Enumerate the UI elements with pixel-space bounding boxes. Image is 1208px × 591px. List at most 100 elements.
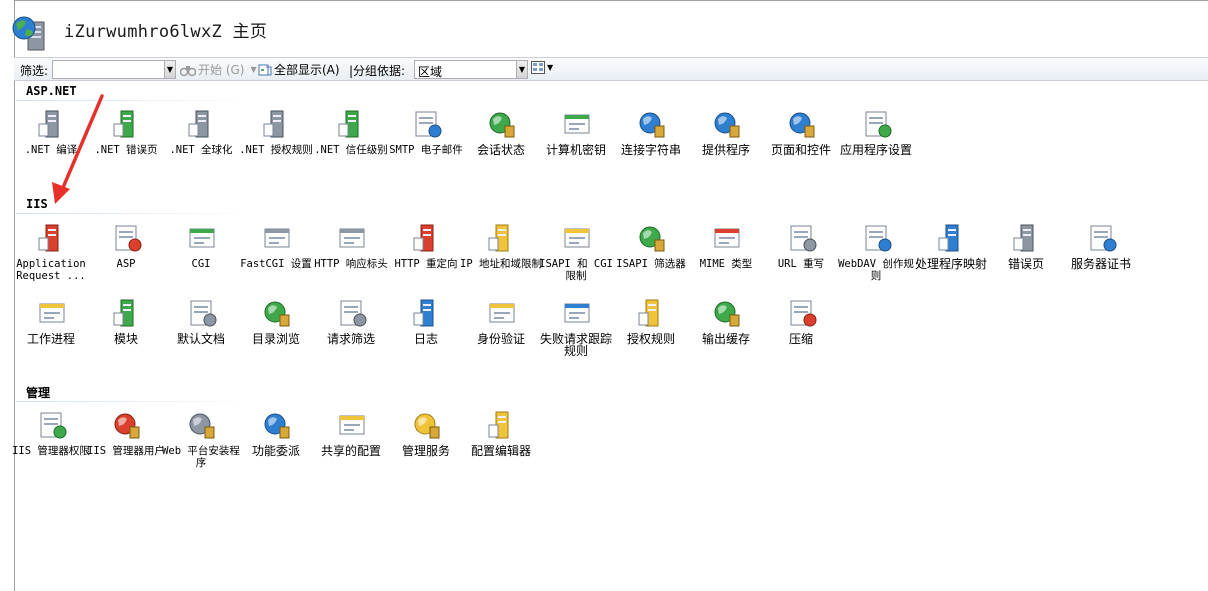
feature-label: 会话状态 bbox=[476, 143, 525, 157]
section-divider bbox=[16, 401, 256, 402]
feature-http-redirect[interactable]: HTTP 重定向 bbox=[389, 222, 463, 294]
feature-machine-key[interactable]: 计算机密钥 bbox=[539, 108, 613, 180]
feature-failed-request-tracing[interactable]: 失败请求跟踪规则 bbox=[539, 297, 613, 369]
feature-label: 失败请求跟踪规则 bbox=[539, 332, 612, 358]
configuration-editor-icon bbox=[488, 411, 509, 439]
iis-manager-users-icon bbox=[114, 413, 140, 439]
feature-label: 提供程序 bbox=[701, 143, 750, 157]
feature-label: IIS 管理器用户 bbox=[87, 445, 165, 457]
start-dropdown-icon[interactable]: ▼ bbox=[250, 65, 256, 74]
view-mode-button[interactable]: ▼ bbox=[531, 61, 553, 74]
feature-label: CGI bbox=[191, 258, 211, 270]
feature-isapi-filters[interactable]: ISAPI 筛选器 bbox=[614, 222, 688, 294]
content-frame bbox=[14, 0, 1208, 591]
failed-request-tracing-icon bbox=[564, 303, 590, 323]
feature-asp[interactable]: ASP bbox=[89, 222, 163, 294]
feature-label: HTTP 响应标头 bbox=[314, 258, 388, 270]
feature-label: 工作进程 bbox=[26, 332, 75, 346]
section-divider bbox=[16, 213, 256, 214]
filter-label: 筛选: bbox=[20, 64, 49, 78]
feature-providers[interactable]: 提供程序 bbox=[689, 108, 763, 180]
start-label: 开始 (G) bbox=[198, 63, 245, 77]
section-title-iis: IIS bbox=[26, 197, 48, 211]
feature-iis-manager-permissions[interactable]: IIS 管理器权限 bbox=[12, 409, 90, 481]
feature-label: .NET 全球化 bbox=[169, 144, 233, 156]
group-by-select[interactable]: 区域 ▼ bbox=[414, 60, 528, 79]
isapi-filters-icon bbox=[639, 226, 665, 252]
feature-label: 压缩 bbox=[788, 332, 813, 346]
filter-dropdown-icon[interactable]: ▼ bbox=[164, 61, 175, 78]
start-button[interactable]: 开始 (G) ▼ bbox=[180, 61, 257, 78]
feature-url-rewrite[interactable]: URL 重写 bbox=[764, 222, 838, 294]
feature-mime-types[interactable]: MIME 类型 bbox=[689, 222, 763, 294]
feature-modules[interactable]: 模块 bbox=[89, 297, 163, 369]
feature-label: 配置编辑器 bbox=[470, 444, 531, 458]
feature-label: 输出缓存 bbox=[701, 332, 750, 346]
feature-net-error-pages[interactable]: .NET 错误页 bbox=[89, 108, 163, 180]
feature-handler-mappings[interactable]: 处理程序映射 bbox=[914, 222, 988, 294]
net-trust-levels-icon bbox=[338, 110, 359, 138]
feature-label: ISAPI 和 CGI 限制 bbox=[539, 258, 613, 282]
feature-authentication[interactable]: 身份验证 bbox=[464, 297, 538, 369]
feature-net-compile[interactable]: .NET 编译 bbox=[14, 108, 88, 180]
feature-label: 处理程序映射 bbox=[914, 257, 987, 271]
feature-net-trust-levels[interactable]: .NET 信任级别 bbox=[314, 108, 388, 180]
feature-application-request-routing[interactable]: Application Request ... bbox=[14, 222, 88, 294]
feature-output-caching[interactable]: 输出缓存 bbox=[689, 297, 763, 369]
group-by-dropdown-icon[interactable]: ▼ bbox=[516, 61, 527, 78]
feature-session-state[interactable]: 会话状态 bbox=[464, 108, 538, 180]
feature-authorization-rules[interactable]: 授权规则 bbox=[614, 297, 688, 369]
filter-input[interactable]: ▼ bbox=[52, 60, 176, 79]
pages-controls-icon bbox=[789, 112, 815, 138]
modules-icon bbox=[113, 299, 134, 327]
feature-directory-browsing[interactable]: 目录浏览 bbox=[239, 297, 313, 369]
feature-worker-processes[interactable]: 工作进程 bbox=[14, 297, 88, 369]
web-platform-installer-icon bbox=[189, 413, 215, 439]
url-rewrite-icon bbox=[790, 225, 817, 252]
feature-app-settings[interactable]: 应用程序设置 bbox=[839, 108, 913, 180]
compression-icon bbox=[790, 300, 817, 327]
feature-shared-configuration[interactable]: 共享的配置 bbox=[314, 409, 388, 481]
directory-browsing-icon bbox=[264, 301, 290, 327]
feature-cgi[interactable]: CGI bbox=[164, 222, 238, 294]
feature-ip-domain-restrictions[interactable]: IP 地址和域限制 bbox=[460, 222, 542, 294]
view-mode-dropdown-icon[interactable]: ▼ bbox=[547, 63, 553, 72]
feature-http-response-headers[interactable]: HTTP 响应标头 bbox=[314, 222, 388, 294]
show-all-button[interactable]: 全部显示(A) bbox=[258, 61, 340, 78]
feature-label: 页面和控件 bbox=[770, 143, 831, 157]
error-pages-icon bbox=[1013, 224, 1034, 252]
group-by-label: |分组依据: bbox=[349, 64, 406, 78]
feature-isapi-cgi-restrictions[interactable]: ISAPI 和 CGI 限制 bbox=[539, 222, 613, 294]
feature-connection-strings[interactable]: 连接字符串 bbox=[614, 108, 688, 180]
feature-net-globalization[interactable]: .NET 全球化 bbox=[164, 108, 238, 180]
ip-domain-restrictions-icon bbox=[488, 224, 509, 252]
feature-management-service[interactable]: 管理服务 bbox=[389, 409, 463, 481]
feature-label: SMTP 电子邮件 bbox=[389, 144, 463, 156]
feature-webdav[interactable]: WebDAV 创作规则 bbox=[838, 222, 914, 294]
isapi-cgi-restrictions-icon bbox=[564, 228, 590, 248]
session-state-icon bbox=[489, 112, 515, 138]
feature-smtp-email[interactable]: SMTP 电子邮件 bbox=[389, 108, 463, 180]
feature-label: MIME 类型 bbox=[699, 258, 753, 270]
feature-pages-controls[interactable]: 页面和控件 bbox=[764, 108, 838, 180]
application-request-routing-icon bbox=[38, 224, 59, 252]
http-redirect-icon bbox=[413, 224, 434, 252]
feature-server-certificates[interactable]: 服务器证书 bbox=[1064, 222, 1138, 294]
feature-feature-delegation[interactable]: 功能委派 bbox=[239, 409, 313, 481]
feature-net-authorization[interactable]: .NET 授权规则 bbox=[239, 108, 313, 180]
feature-label: HTTP 重定向 bbox=[394, 258, 458, 270]
request-filtering-icon bbox=[340, 300, 367, 327]
page-title: iZurwumhro6lwxZ 主页 bbox=[64, 22, 268, 42]
authorization-rules-icon bbox=[638, 299, 659, 327]
feature-error-pages[interactable]: 错误页 bbox=[989, 222, 1063, 294]
page-header: iZurwumhro6lwxZ 主页 bbox=[0, 0, 1208, 56]
feature-fastcgi[interactable]: FastCGI 设置 bbox=[239, 222, 313, 294]
feature-label: 授权规则 bbox=[626, 332, 675, 346]
feature-iis-manager-users[interactable]: IIS 管理器用户 bbox=[87, 409, 165, 481]
feature-configuration-editor[interactable]: 配置编辑器 bbox=[464, 409, 538, 481]
feature-logging[interactable]: 日志 bbox=[389, 297, 463, 369]
feature-compression[interactable]: 压缩 bbox=[764, 297, 838, 369]
feature-default-document[interactable]: 默认文档 bbox=[164, 297, 238, 369]
feature-request-filtering[interactable]: 请求筛选 bbox=[314, 297, 388, 369]
feature-web-platform-installer[interactable]: Web 平台安装程序 bbox=[162, 409, 240, 481]
